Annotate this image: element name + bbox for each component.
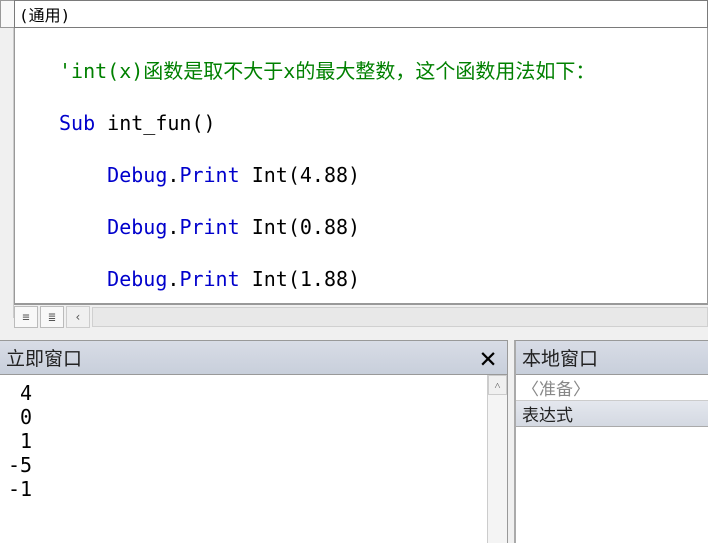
arg1: Int(4.88) bbox=[240, 163, 360, 187]
view-mode-full-icon[interactable]: ≣ bbox=[40, 306, 64, 328]
locals-title: 本地窗口 bbox=[522, 344, 598, 371]
code-comment: 'int(x)函数是取不大于x的最大整数，这个函数用法如下： bbox=[59, 59, 595, 83]
object-dropdown[interactable]: (通用) bbox=[14, 0, 708, 28]
object-dropdown-value: (通用) bbox=[19, 2, 707, 26]
view-mode-proc-icon[interactable]: ≡ bbox=[14, 306, 38, 328]
corner-stub bbox=[0, 0, 14, 28]
immediate-vscroll[interactable]: ˄ bbox=[487, 375, 507, 543]
vscroll-track[interactable] bbox=[488, 395, 507, 543]
left-gutter bbox=[0, 28, 14, 318]
view-mode-strip: ≡ ≣ ‹ bbox=[14, 304, 708, 328]
locals-window: 本地窗口 〈准备〉 表达式 bbox=[514, 340, 708, 543]
immediate-title: 立即窗口 bbox=[6, 344, 82, 371]
scroll-left-icon[interactable]: ‹ bbox=[66, 306, 90, 328]
arg3: Int(1.88) bbox=[240, 267, 360, 291]
kw-sub: Sub bbox=[59, 111, 95, 135]
immediate-header: 立即窗口 ✕ bbox=[0, 341, 507, 375]
locals-column-expression[interactable]: 表达式 bbox=[516, 401, 708, 427]
kw-debug: Debug bbox=[107, 163, 167, 187]
hscroll-track[interactable] bbox=[92, 307, 708, 327]
locals-status: 〈准备〉 bbox=[516, 375, 708, 401]
scroll-up-icon[interactable]: ˄ bbox=[488, 375, 507, 395]
code-editor[interactable]: 'int(x)函数是取不大于x的最大整数，这个函数用法如下： Sub int_f… bbox=[14, 28, 708, 304]
arg2: Int(0.88) bbox=[240, 215, 360, 239]
immediate-window: 立即窗口 ✕ 4 0 1 -5 -1 ˄ bbox=[0, 340, 508, 543]
locals-body bbox=[516, 427, 708, 543]
close-icon[interactable]: ✕ bbox=[473, 342, 503, 372]
locals-header: 本地窗口 bbox=[516, 341, 708, 375]
sub-name: int_fun() bbox=[95, 111, 215, 135]
immediate-output[interactable]: 4 0 1 -5 -1 bbox=[0, 375, 487, 543]
